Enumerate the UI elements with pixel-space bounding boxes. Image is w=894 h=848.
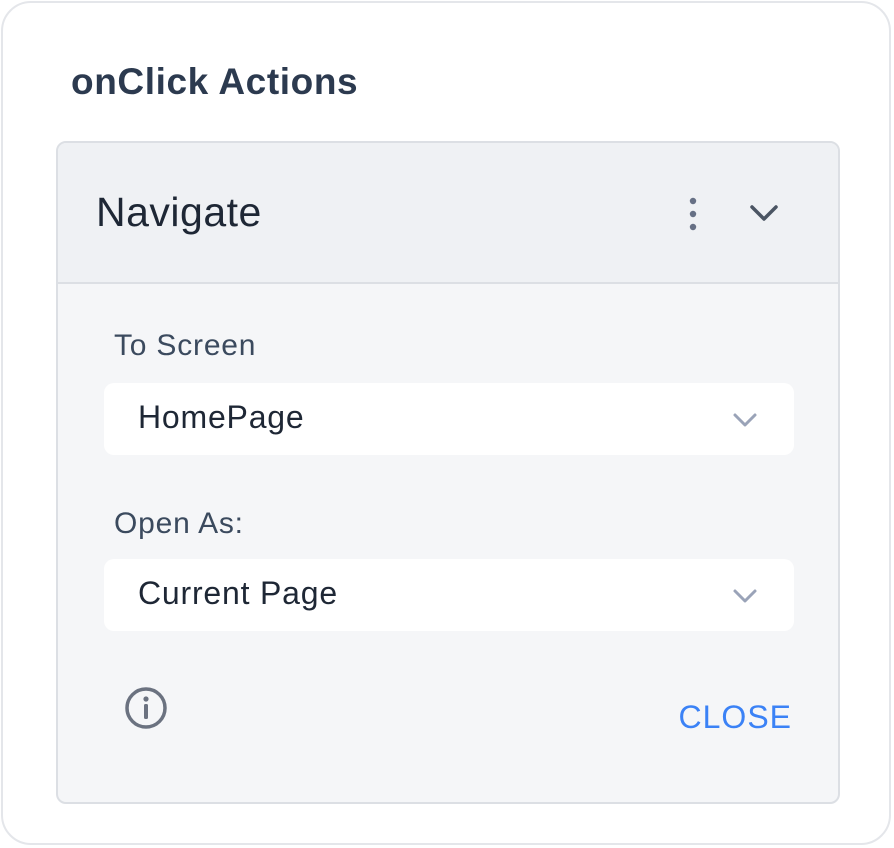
- kebab-menu-icon[interactable]: [678, 193, 708, 233]
- chevron-down-icon[interactable]: [744, 197, 784, 229]
- open-as-select[interactable]: Current Page: [104, 559, 794, 631]
- action-card-header[interactable]: Navigate: [58, 143, 838, 284]
- to-screen-label: To Screen: [114, 329, 257, 362]
- action-card-navigate: Navigate To Screen HomePage Open As: Cur…: [56, 141, 840, 804]
- info-icon[interactable]: [124, 686, 168, 730]
- actions-panel: onClick Actions Navigate To Screen HomeP…: [1, 1, 891, 845]
- open-as-label: Open As:: [114, 507, 244, 540]
- action-card-title: Navigate: [96, 189, 262, 235]
- to-screen-value: HomePage: [138, 399, 305, 435]
- close-button[interactable]: CLOSE: [679, 699, 792, 736]
- chevron-down-icon: [730, 585, 760, 607]
- section-title: onClick Actions: [71, 61, 359, 102]
- to-screen-select[interactable]: HomePage: [104, 383, 794, 455]
- chevron-down-icon: [730, 409, 760, 431]
- open-as-value: Current Page: [138, 575, 338, 611]
